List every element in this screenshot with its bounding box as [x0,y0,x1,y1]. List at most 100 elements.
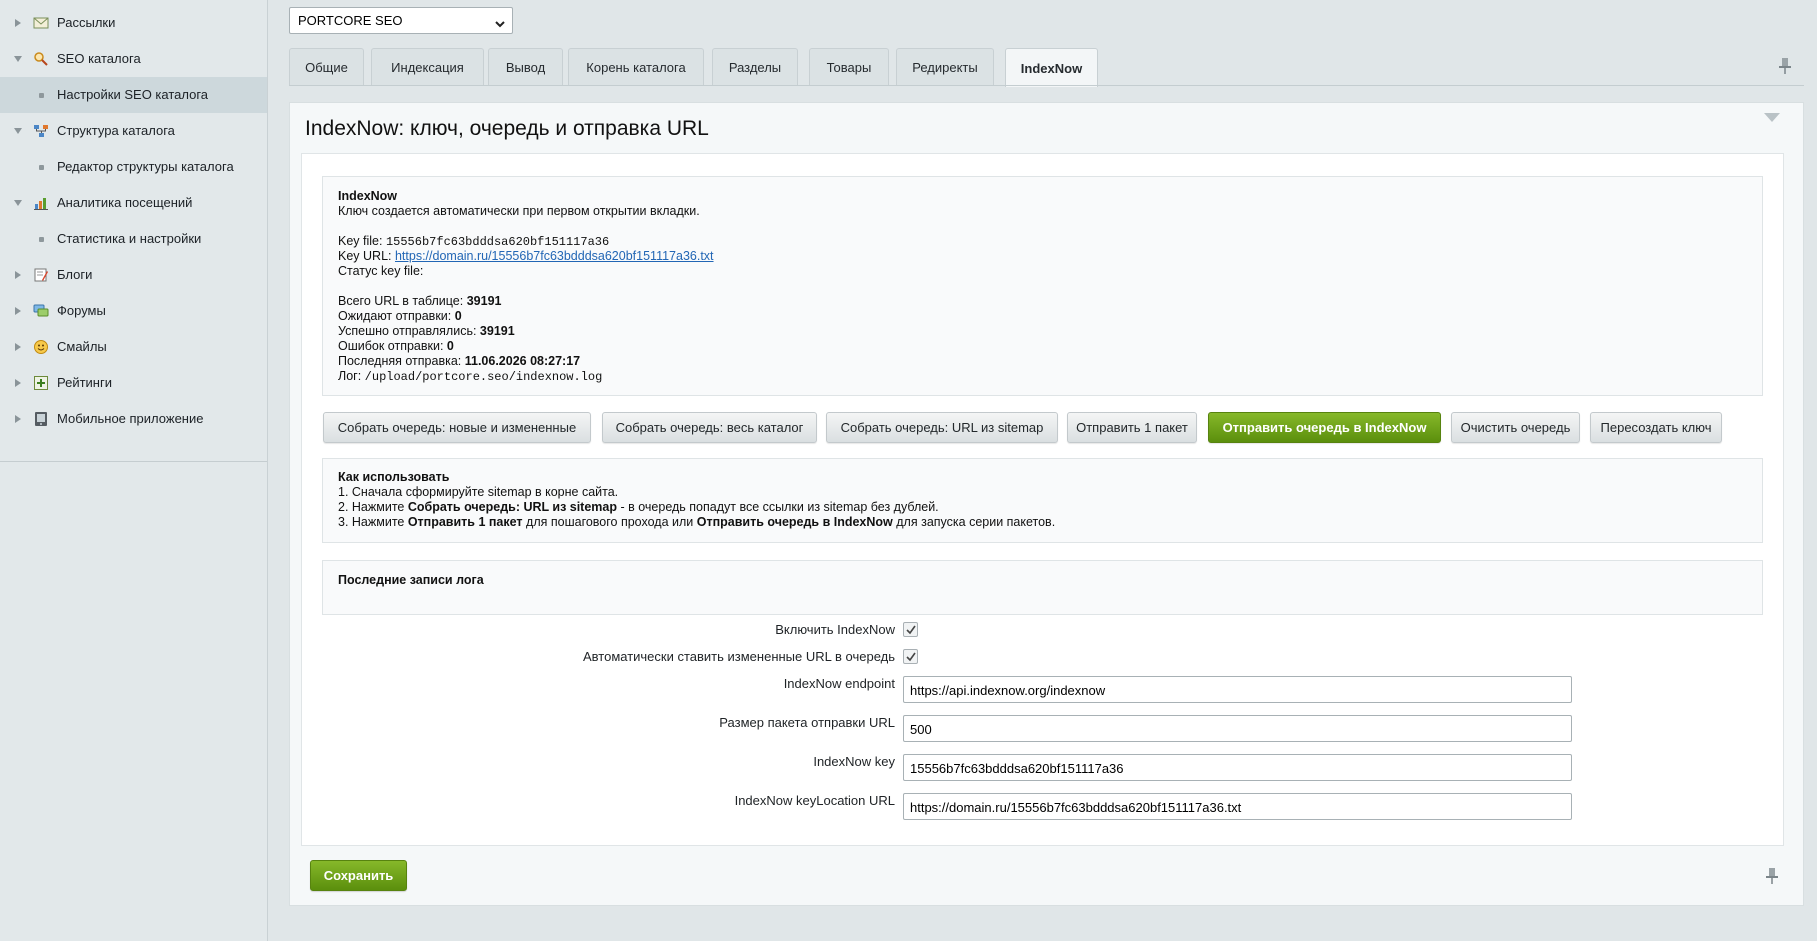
sidebar-item-label: Блоги [57,267,93,282]
sidebar-item-seo-catalog[interactable]: SEO каталога [0,41,267,77]
tab-indexing[interactable]: Индексация [371,48,484,86]
sidebar-item-mailings[interactable]: Рассылки [0,5,267,41]
sidebar-item-catalog-structure[interactable]: Структура каталога [0,113,267,149]
success-value: 39191 [479,324,515,338]
tab-label: Разделы [728,60,782,75]
indexnow-key-input[interactable]: 15556b7fc63bdddsa620bf151117a36 [903,754,1572,781]
sidebar-item-label: Аналитика посещений [57,195,193,210]
enable-indexnow-checkbox[interactable] [903,622,918,637]
sidebar-item-structure-editor[interactable]: Редактор структуры каталога [0,149,267,185]
collect-sitemap-button[interactable]: Собрать очередь: URL из sitemap [826,412,1058,443]
key-url-link[interactable]: https://domain.ru/15556b7fc63bdddsa620bf… [395,249,714,263]
send-queue-button[interactable]: Отправить очередь в IndexNow [1208,412,1441,443]
pending-value: 0 [454,309,462,323]
key-file-value: 15556b7fc63bdddsa620bf151117a36 [385,235,610,249]
expand-arrow-icon[interactable] [15,379,21,387]
pending-row: Ожидают отправки: 0 [338,309,462,323]
indexnow-key-label: IndexNow key [813,754,895,769]
tab-output[interactable]: Вывод [488,48,563,86]
recreate-key-button[interactable]: Пересоздать ключ [1590,412,1722,443]
send-one-batch-button[interactable]: Отправить 1 пакет [1067,412,1197,443]
total-value: 39191 [466,294,502,308]
key-location-label: IndexNow keyLocation URL [734,793,895,808]
info-heading: IndexNow [338,189,398,203]
tab-catalog-root[interactable]: Корень каталога [568,48,704,86]
tab-general[interactable]: Общие [289,48,364,86]
auto-queue-checkbox[interactable] [903,649,918,664]
howto-step-2: 2. Нажмите Собрать очередь: URL из sitem… [338,500,939,514]
sidebar: Рассылки SEO каталога Настройки SEO ката… [0,0,268,941]
analytics-icon [33,195,49,211]
info-subtitle: Ключ создается автоматически при первом … [338,204,700,218]
tabs-divider [289,85,1804,86]
expand-arrow-icon[interactable] [15,271,21,279]
tab-products[interactable]: Товары [809,48,889,86]
log-path: /upload/portcore.seo/indexnow.log [364,370,603,384]
chevron-down-icon [495,16,505,31]
sidebar-item-label: Форумы [57,303,106,318]
tab-redirects[interactable]: Редиректы [896,48,994,86]
sidebar-item-label: Настройки SEO каталога [57,87,209,102]
sidebar-item-seo-settings[interactable]: Настройки SEO каталога [0,77,267,113]
total-label: Всего URL в таблице: [338,294,464,308]
tab-indexnow[interactable]: IndexNow [1005,48,1098,87]
sidebar-item-smiles[interactable]: Смайлы [0,329,267,365]
checkmark-icon [906,625,916,635]
expand-arrow-icon[interactable] [15,415,21,423]
clear-queue-button[interactable]: Очистить очередь [1451,412,1580,443]
endpoint-label: IndexNow endpoint [783,676,895,691]
collapse-arrow-icon[interactable] [14,200,22,206]
log-label: Лог: [338,369,362,383]
last-send-value: 11.06.2026 08:27:17 [464,354,581,368]
expand-arrow-icon[interactable] [15,307,21,315]
bullet-icon [39,237,44,242]
checkmark-icon [906,652,916,662]
pin-icon[interactable] [1778,57,1792,78]
tab-label: IndexNow [1020,60,1083,76]
smile-icon [33,339,49,355]
collect-all-button[interactable]: Собрать очередь: весь каталог [602,412,817,443]
site-select-value: PORTCORE SEO [298,13,403,28]
expand-arrow-icon[interactable] [15,343,21,351]
endpoint-input[interactable]: https://api.indexnow.org/indexnow [903,676,1572,703]
collapse-arrow-icon[interactable] [14,128,22,134]
rating-icon [33,375,49,391]
collapse-panel-icon[interactable] [1764,113,1780,122]
log-row: Лог: /upload/portcore.seo/indexnow.log [338,369,602,384]
batch-size-input[interactable]: 500 [903,715,1572,742]
log-heading: Последние записи лога [338,573,484,587]
tab-sections[interactable]: Разделы [712,48,798,86]
pending-label: Ожидают отправки: [338,309,452,323]
success-label: Успешно отправлялись: [338,324,477,338]
bullet-icon [39,93,44,98]
forum-icon [33,303,49,319]
expand-arrow-icon[interactable] [15,19,21,27]
sidebar-item-ratings[interactable]: Рейтинги [0,365,267,401]
last-send-label: Последняя отправка: [338,354,462,368]
blog-icon [33,267,49,283]
tab-label: Редиректы [912,60,978,75]
pin-icon[interactable] [1765,867,1779,888]
sidebar-item-label: Мобильное приложение [57,411,204,426]
sidebar-item-statistics[interactable]: Статистика и настройки [0,221,267,257]
status-key-file: Статус key file: [338,264,424,278]
sidebar-item-label: Редактор структуры каталога [57,159,234,174]
log-box [322,560,1763,615]
bullet-icon [39,165,44,170]
save-button[interactable]: Сохранить [310,860,407,891]
key-file-label: Key file: [338,234,383,248]
site-select[interactable]: PORTCORE SEO [289,7,513,34]
sidebar-item-mobile-app[interactable]: Мобильное приложение [0,401,267,437]
sidebar-item-forums[interactable]: Форумы [0,293,267,329]
collapse-arrow-icon[interactable] [14,56,22,62]
sidebar-item-label: Смайлы [57,339,107,354]
sidebar-divider [0,461,267,462]
structure-icon [33,123,49,139]
mobile-icon [33,411,49,427]
sidebar-item-analytics[interactable]: Аналитика посещений [0,185,267,221]
sidebar-item-blogs[interactable]: Блоги [0,257,267,293]
key-location-input[interactable]: https://domain.ru/15556b7fc63bdddsa620bf… [903,793,1572,820]
mail-icon [33,15,49,31]
collect-new-button[interactable]: Собрать очередь: новые и измененные [323,412,591,443]
batch-size-label: Размер пакета отправки URL [719,715,895,730]
